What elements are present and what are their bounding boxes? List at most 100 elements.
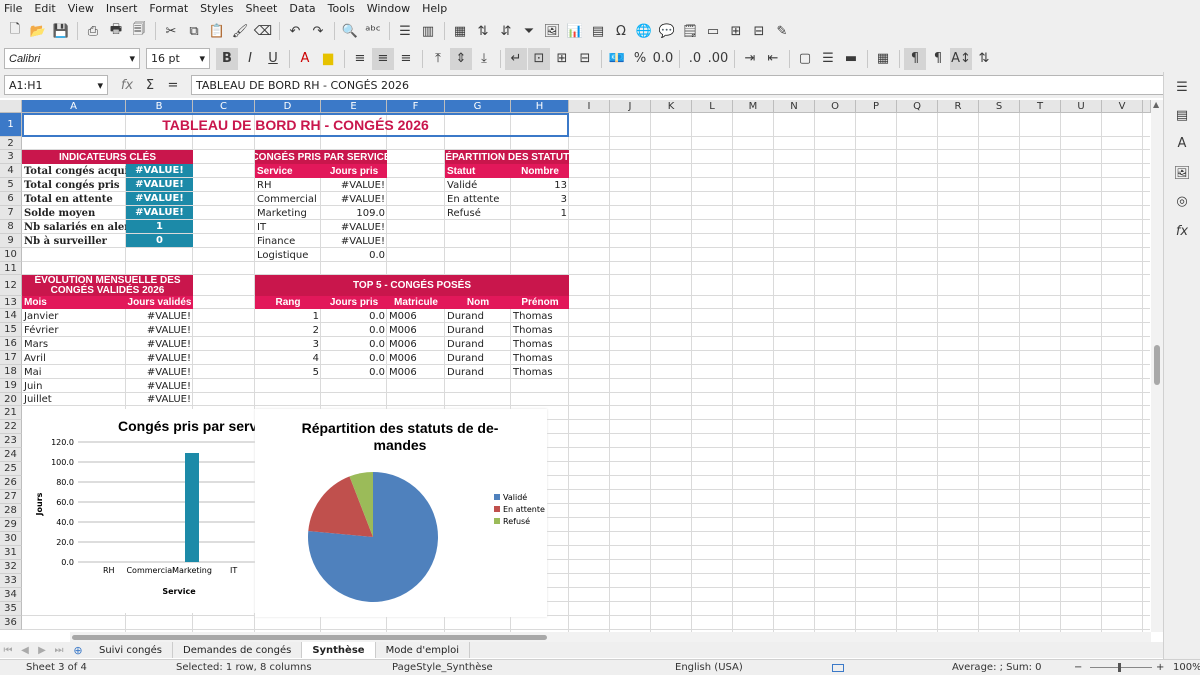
indicator-label[interactable]: Nb salariés en alerte — [22, 220, 126, 234]
redo-icon[interactable]: ↷ — [307, 20, 329, 42]
row-header[interactable]: 20 — [0, 393, 22, 406]
align-center-icon[interactable]: ≡ — [372, 47, 394, 70]
row-header[interactable]: 2 — [0, 137, 22, 150]
add-sheet-icon[interactable]: ⊕ — [68, 639, 88, 661]
row-header[interactable]: 6 — [0, 192, 22, 206]
vertical-scrollbar[interactable]: ▲ — [1151, 100, 1163, 632]
column-header[interactable]: U — [1061, 100, 1102, 113]
row-header[interactable]: 33 — [0, 574, 22, 588]
split-window-icon[interactable]: ⊟ — [748, 20, 770, 42]
top5-cell[interactable]: Durand — [445, 323, 511, 337]
indicator-label[interactable]: Total congés acquis — [22, 164, 126, 178]
center-vertically-icon[interactable]: ⇕ — [450, 47, 472, 70]
delete-decimal-icon[interactable]: .00 — [707, 48, 729, 70]
top5-cell[interactable]: M006 — [387, 351, 445, 365]
status-name[interactable]: Validé — [445, 178, 511, 192]
service-name[interactable]: Logistique — [255, 248, 321, 262]
clone-formatting-icon[interactable]: 🖌 — [229, 20, 251, 42]
zoom-out-icon[interactable]: − — [1074, 662, 1082, 673]
month-value[interactable]: #VALUE! — [126, 309, 193, 323]
menu-item[interactable]: Insert — [106, 2, 138, 15]
indicator-value[interactable]: 1 — [126, 220, 193, 233]
status-name[interactable]: Refusé — [445, 206, 511, 220]
align-top-icon[interactable]: ⤒ — [427, 48, 449, 70]
service-name[interactable]: RH — [255, 178, 321, 192]
status-value[interactable]: 1 — [511, 206, 569, 220]
sort-ascending-icon[interactable]: ⇅ — [472, 20, 494, 42]
column-header[interactable]: G — [445, 100, 511, 113]
row-header[interactable]: 9 — [0, 234, 22, 248]
menu-item[interactable]: View — [68, 2, 94, 15]
function-wizard-icon[interactable]: fx — [116, 74, 138, 96]
top5-cell[interactable]: Thomas — [511, 309, 569, 323]
comment-icon[interactable]: 💬 — [656, 20, 678, 42]
bold-icon[interactable]: B — [216, 47, 238, 70]
indicator-value[interactable]: 0 — [126, 234, 193, 247]
styles-icon[interactable]: A — [1171, 132, 1193, 154]
row-header[interactable]: 17 — [0, 351, 22, 365]
text-direction-icon[interactable]: ⇅ — [973, 48, 995, 70]
menu-item[interactable]: Format — [149, 2, 188, 15]
month-name[interactable]: Janvier — [22, 309, 126, 323]
row-header[interactable]: 12 — [0, 275, 22, 296]
indicator-value[interactable]: #VALUE! — [126, 164, 193, 177]
highlight-icon[interactable]: ▆ — [317, 48, 339, 70]
menu-item[interactable]: Edit — [34, 2, 55, 15]
column-header[interactable]: E — [321, 100, 387, 113]
row-header[interactable]: 7 — [0, 206, 22, 220]
column-icon[interactable]: ▥ — [417, 20, 439, 42]
pivot-table-icon[interactable]: ▤ — [587, 20, 609, 42]
column-header[interactable]: T — [1020, 100, 1061, 113]
find-replace-icon[interactable]: 🔍 — [339, 20, 361, 42]
pivot-icon[interactable]: ▦ — [449, 20, 471, 42]
print-preview-icon[interactable]: 🗐 — [128, 20, 150, 42]
column-header[interactable]: F — [387, 100, 445, 113]
month-name[interactable]: Juillet — [22, 392, 126, 406]
bar-mark[interactable] — [185, 453, 199, 562]
service-name[interactable]: Finance — [255, 234, 321, 248]
menu-item[interactable]: Tools — [328, 2, 355, 15]
border-color-icon[interactable]: ▬ — [840, 48, 862, 70]
top5-cell[interactable]: Durand — [445, 309, 511, 323]
row-header[interactable]: 30 — [0, 532, 22, 546]
menu-item[interactable]: Data — [289, 2, 315, 15]
month-name[interactable]: Mai — [22, 365, 126, 379]
horizontal-scroll-thumb[interactable] — [72, 635, 547, 640]
horizontal-scrollbar[interactable] — [70, 632, 1151, 642]
top5-cell[interactable]: 0.0 — [321, 351, 387, 365]
indicator-label[interactable]: Total congés pris — [22, 178, 126, 192]
menu-item[interactable]: Help — [422, 2, 447, 15]
top5-cell[interactable]: Durand — [445, 365, 511, 379]
column-header[interactable]: S — [979, 100, 1020, 113]
row-header[interactable]: 29 — [0, 518, 22, 532]
underline-icon[interactable]: U — [262, 48, 284, 70]
hyperlink-icon[interactable]: 🌐 — [633, 20, 655, 42]
row-header[interactable]: 1 — [0, 113, 22, 137]
name-box[interactable]: A1:H1 ▾ — [4, 75, 108, 95]
define-print-area-icon[interactable]: ▭ — [702, 20, 724, 42]
formula-input[interactable]: TABLEAU DE BORD RH - CONGÉS 2026 — [191, 75, 1171, 95]
currency-icon[interactable]: 💶 — [606, 48, 628, 70]
row-header[interactable]: 28 — [0, 504, 22, 518]
last-sheet-icon[interactable]: ⏭ — [51, 639, 67, 661]
indicator-label[interactable]: Nb à surveiller — [22, 234, 126, 248]
print-icon[interactable]: 🖶 — [105, 20, 127, 42]
row-header[interactable]: 3 — [0, 150, 22, 164]
row-header[interactable]: 35 — [0, 602, 22, 616]
conditional-icon[interactable]: ▦ — [872, 48, 894, 70]
row-header[interactable]: 5 — [0, 178, 22, 192]
show-draw-icon[interactable]: ✎ — [771, 20, 793, 42]
font-name-combo[interactable]: Calibri ▾ — [4, 48, 140, 69]
service-name[interactable]: Marketing — [255, 206, 321, 220]
top5-cell[interactable]: 0.0 — [321, 337, 387, 351]
row-header[interactable]: 23 — [0, 434, 22, 448]
wrap-text-icon[interactable]: ↵ — [505, 47, 527, 70]
sheet-tab[interactable]: Demandes de congés — [173, 642, 303, 658]
image-icon[interactable]: 🖼 — [541, 20, 563, 42]
month-name[interactable]: Juin — [22, 379, 126, 393]
row-header[interactable]: 27 — [0, 490, 22, 504]
pie-chart[interactable]: Répartition des statuts de de-mandes Vali… — [255, 409, 547, 617]
row-icon[interactable]: ☰ — [394, 20, 416, 42]
copy-icon[interactable]: ⧉ — [183, 20, 205, 42]
row-header[interactable]: 36 — [0, 616, 22, 630]
